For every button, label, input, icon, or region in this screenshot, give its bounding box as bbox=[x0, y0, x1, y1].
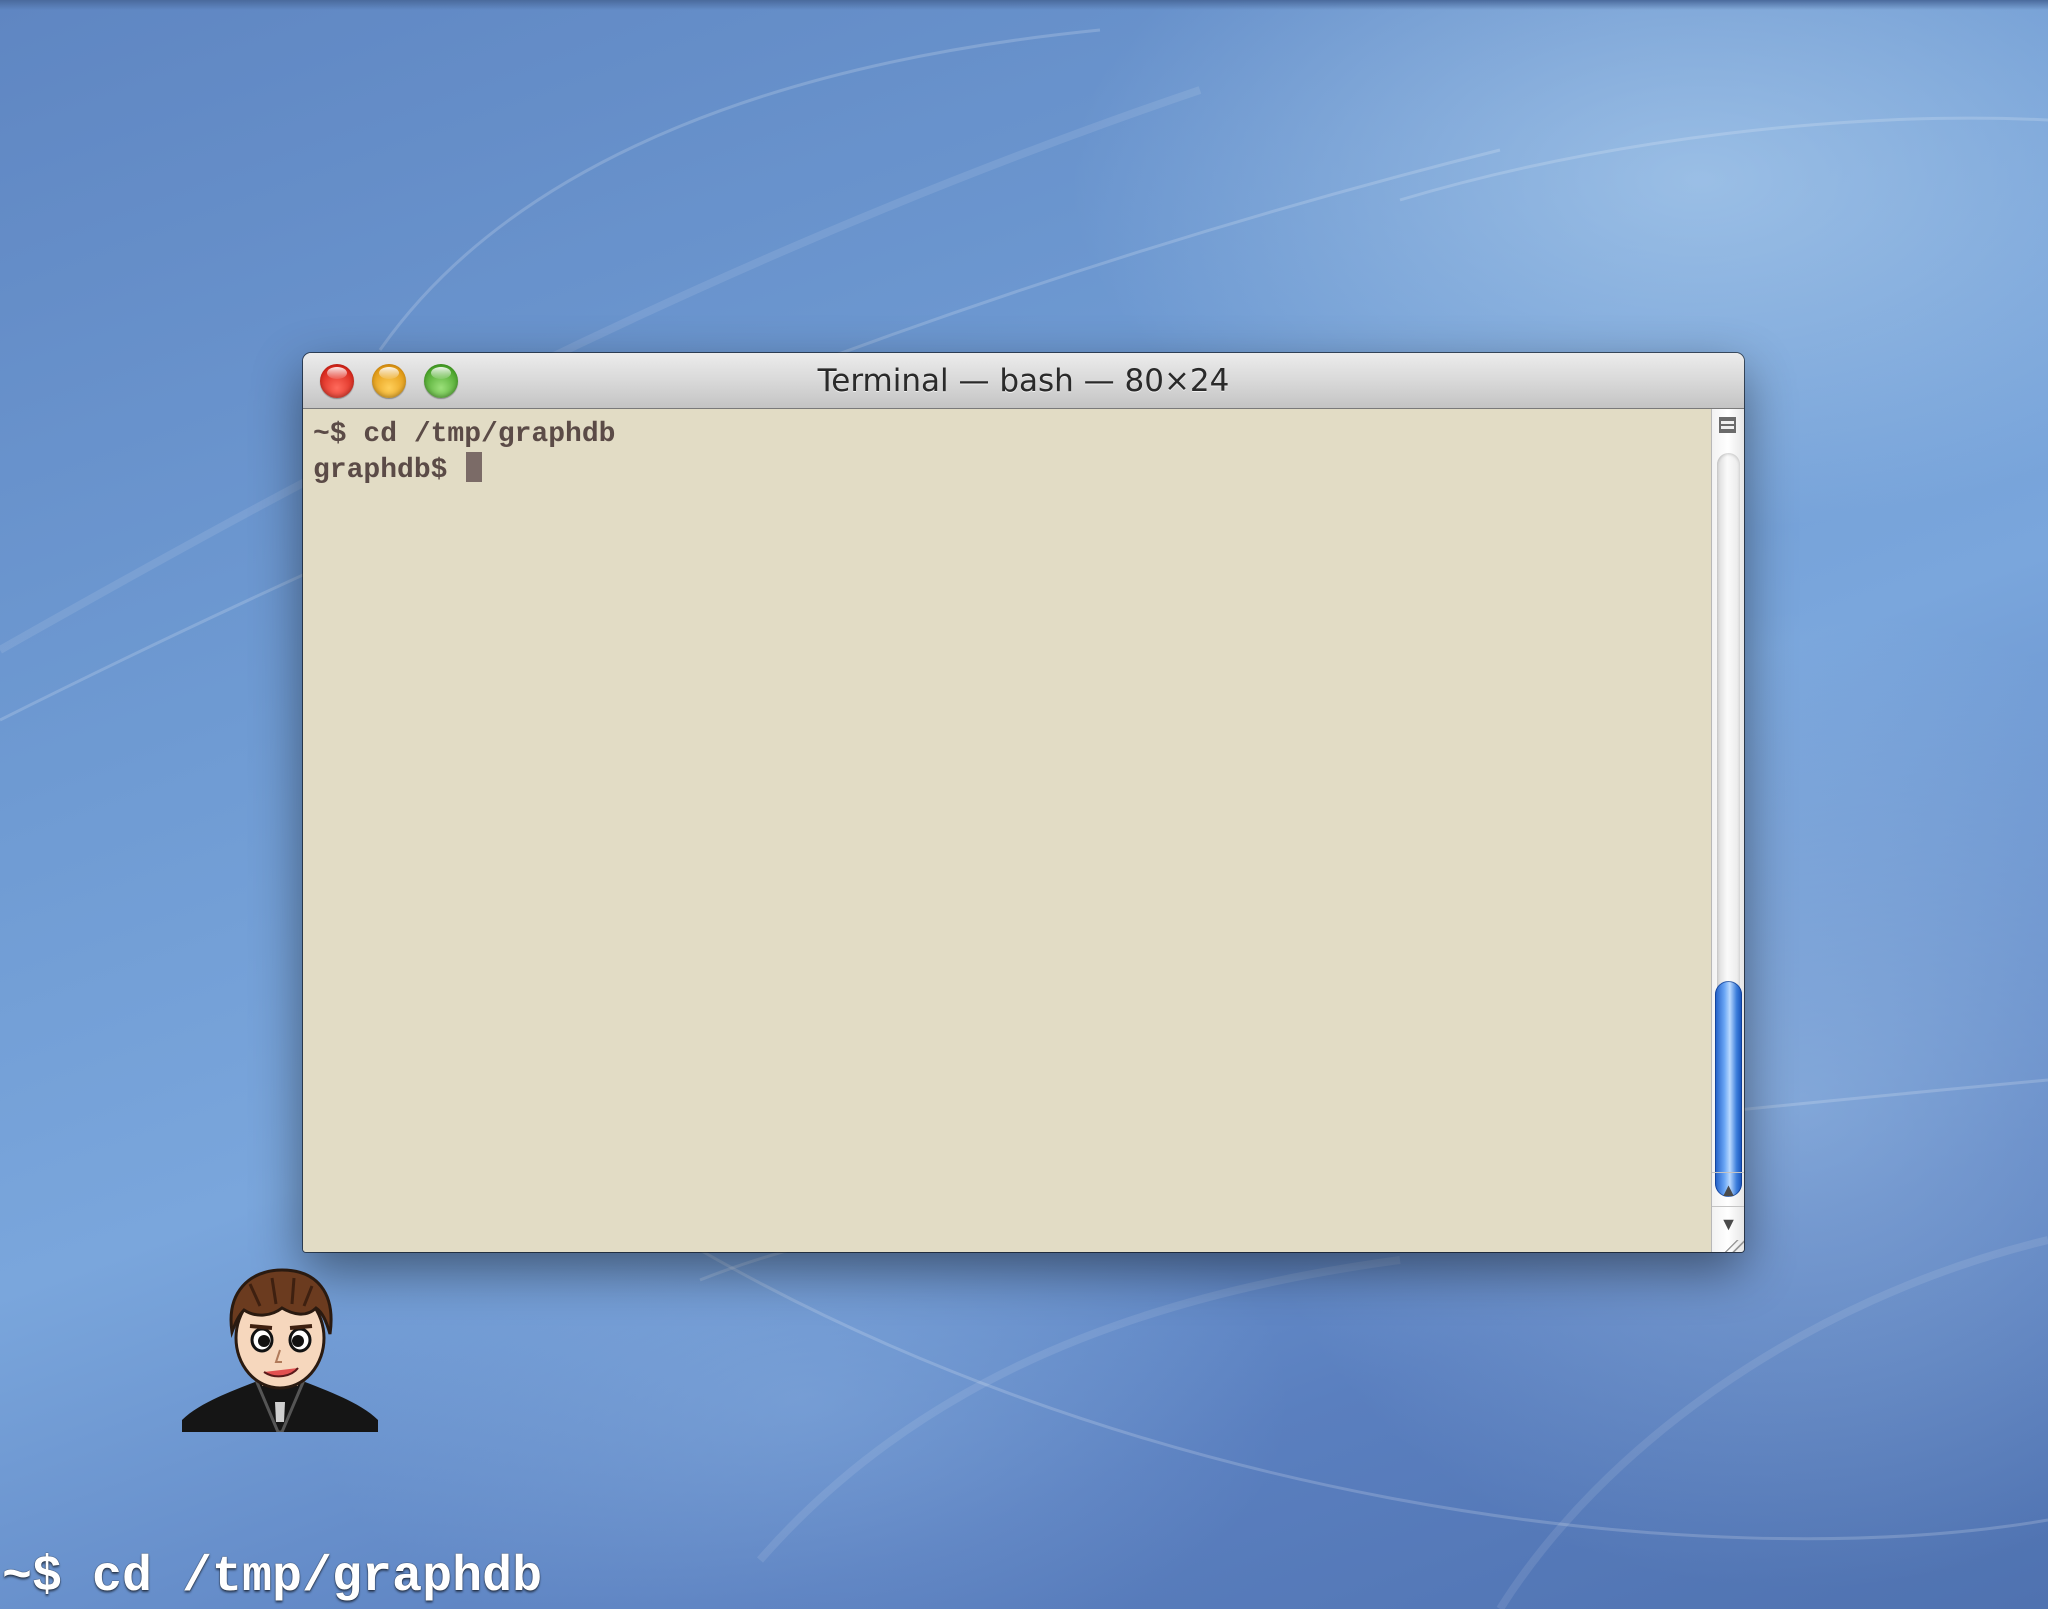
text-cursor bbox=[466, 452, 483, 482]
resize-grip-icon[interactable] bbox=[1712, 1240, 1744, 1252]
window-titlebar[interactable]: Terminal — bash — 80×24 bbox=[303, 353, 1744, 409]
prompt-text: graphdb$ bbox=[313, 455, 465, 486]
scroll-down-arrow-icon[interactable]: ▼ bbox=[1712, 1206, 1744, 1240]
close-button[interactable] bbox=[320, 364, 354, 398]
vertical-scrollbar[interactable]: ▲ ▼ bbox=[1711, 409, 1744, 1252]
terminal-line: ~$ cd /tmp/graphdb bbox=[313, 419, 616, 450]
scroll-thumb[interactable] bbox=[1715, 981, 1742, 1197]
terminal-prompt-line: graphdb$ bbox=[313, 452, 1711, 488]
command-caption: ~$ cd /tmp/graphdb bbox=[2, 1549, 543, 1606]
minimize-button[interactable] bbox=[372, 364, 406, 398]
presenter-avatar bbox=[182, 1268, 378, 1432]
zoom-button[interactable] bbox=[424, 364, 458, 398]
window-title: Terminal — bash — 80×24 bbox=[817, 363, 1230, 399]
split-pane-icon[interactable] bbox=[1719, 417, 1736, 433]
terminal-window[interactable]: Terminal — bash — 80×24 ~$ cd /tmp/graph… bbox=[303, 353, 1744, 1252]
scroll-up-arrow-icon[interactable]: ▲ bbox=[1712, 1172, 1744, 1206]
terminal-output[interactable]: ~$ cd /tmp/graphdb graphdb$ bbox=[303, 409, 1711, 1252]
